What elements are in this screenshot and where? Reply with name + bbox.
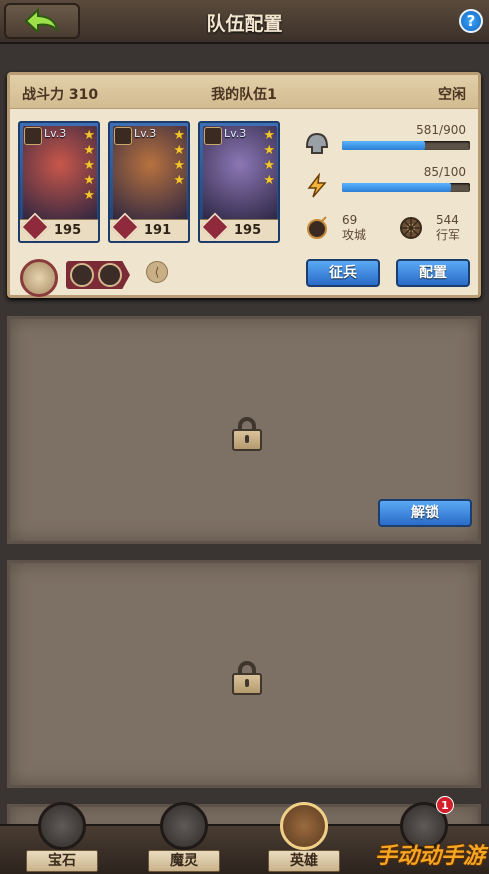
wheel-march-icon — [400, 217, 422, 239]
star-icon: ★ — [83, 158, 95, 173]
nav-label: 宝石 — [26, 850, 98, 872]
hp-text: 581/900 — [416, 123, 466, 137]
nav-hero[interactable]: 英雄 — [262, 802, 346, 874]
helmet-icon — [204, 127, 222, 145]
star-icon: ★ — [83, 173, 95, 188]
hero-card[interactable]: Lv.3 ★ ★ ★ ★ 191 — [108, 121, 190, 243]
march-value: 544 — [436, 213, 459, 227]
helmet-tag-icon — [70, 263, 94, 287]
star-icon: ★ — [173, 173, 185, 188]
lock-icon — [232, 417, 262, 451]
nav-label: 魔灵 — [148, 850, 220, 872]
nav-label: 英雄 — [268, 850, 340, 872]
team-panel: 战斗力 310 我的队伍1 空闲 Lv.3 ★ ★ ★ ★ ★ 195 Lv.3 ★ ★ ★… — [7, 72, 481, 298]
siege-value: 69 — [342, 213, 358, 227]
helmet-icon — [24, 127, 42, 145]
configure-button[interactable]: 配置 — [396, 259, 470, 287]
hero-level: Lv.3 — [224, 127, 247, 140]
lightning-energy-icon — [307, 173, 327, 198]
siege-label: 攻城 — [342, 228, 367, 242]
hero-stars: ★ ★ ★ ★ — [173, 129, 185, 188]
locked-team-slot — [7, 560, 481, 788]
gem-tag-icon — [98, 263, 122, 287]
hero-book-icon — [280, 802, 328, 850]
star-icon: ★ — [263, 128, 275, 143]
hero-stars: ★ ★ ★ ★ — [263, 129, 275, 188]
nav-spirit[interactable]: 魔灵 — [142, 802, 226, 874]
team-header: 战斗力 310 我的队伍1 空闲 — [10, 75, 478, 109]
team-name: 我的队伍1 — [211, 87, 277, 103]
hero-level: Lv.3 — [134, 127, 157, 140]
unlock-button[interactable]: 解锁 — [378, 499, 472, 527]
team-status: 空闲 — [438, 87, 466, 103]
hero-power: 191 — [144, 223, 172, 238]
locked-team-slot: 解锁 — [7, 316, 481, 544]
helmet-icon — [114, 127, 132, 145]
formation-emblem-button[interactable] — [20, 259, 58, 297]
hero-level: Lv.3 — [44, 127, 67, 140]
hero-card[interactable]: Lv.3 ★ ★ ★ ★ 195 — [198, 121, 280, 243]
helmet-hp-icon — [305, 132, 329, 154]
energy-text: 85/100 — [423, 165, 466, 179]
help-button[interactable]: ? — [459, 9, 483, 33]
star-icon: ★ — [173, 128, 185, 143]
share-icon[interactable]: ⟨ — [146, 261, 168, 283]
march-label: 行军 — [436, 228, 461, 242]
hero-card[interactable]: Lv.3 ★ ★ ★ ★ ★ 195 — [18, 121, 100, 243]
nav-gem[interactable]: 宝石 — [20, 802, 104, 874]
star-icon: ★ — [83, 143, 95, 158]
watermark: 手动动手游 — [374, 844, 485, 869]
star-icon: ★ — [263, 173, 275, 188]
hp-bar — [342, 141, 470, 150]
top-bar: 队伍配置 ? — [0, 0, 489, 44]
star-icon: ★ — [173, 143, 185, 158]
hp-bar-fill — [342, 141, 425, 150]
energy-bar — [342, 183, 470, 192]
gem-icon — [38, 802, 86, 850]
page-title: 队伍配置 — [206, 13, 283, 35]
hero-stars: ★ ★ ★ ★ ★ — [83, 129, 95, 203]
star-icon: ★ — [83, 188, 95, 203]
hero-power: 195 — [54, 223, 82, 238]
lock-icon — [232, 661, 262, 695]
siege-bomb-icon — [307, 216, 327, 239]
star-icon: ★ — [263, 158, 275, 173]
energy-bar-fill — [342, 183, 451, 192]
spirit-icon — [160, 802, 208, 850]
star-icon: ★ — [263, 143, 275, 158]
star-icon: ★ — [83, 128, 95, 143]
star-icon: ★ — [173, 158, 185, 173]
notification-badge: 1 — [436, 796, 454, 814]
recruit-button[interactable]: 征兵 — [306, 259, 380, 287]
hero-power: 195 — [234, 223, 262, 238]
